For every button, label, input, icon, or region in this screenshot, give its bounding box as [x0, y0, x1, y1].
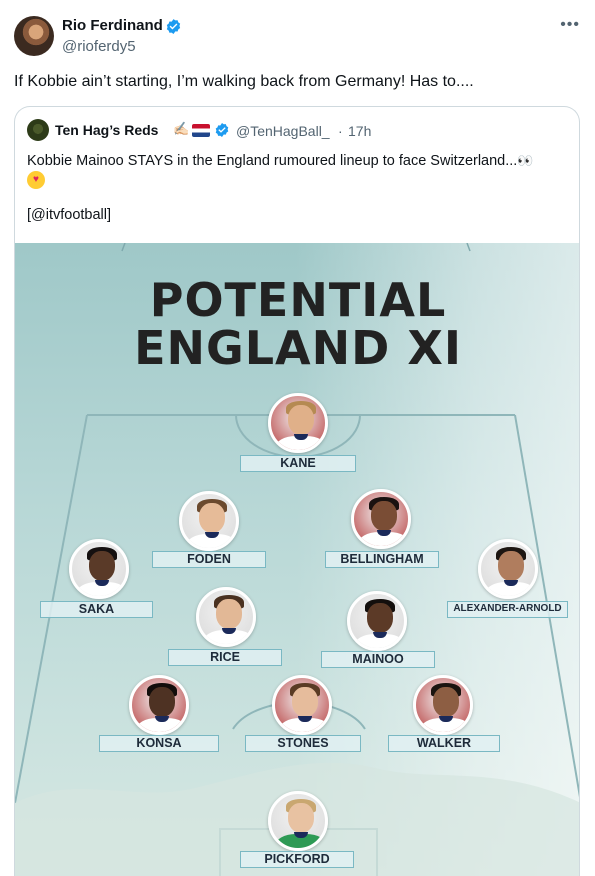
player-face — [292, 687, 318, 717]
player-photo — [268, 791, 328, 851]
player-face — [149, 687, 175, 717]
player-photo — [69, 539, 129, 599]
player-face — [433, 687, 459, 717]
player-photo — [268, 393, 328, 453]
player-face — [367, 603, 393, 633]
player-photo — [196, 587, 256, 647]
quoted-tweet-body: Kobbie Mainoo STAYS in the England rumou… — [27, 153, 518, 169]
verified-badge-icon — [215, 123, 229, 137]
quoted-author-handle: @TenHagBall_ — [236, 123, 330, 139]
quoted-author-name: Ten Hag’s Reds — [55, 122, 159, 138]
player-photo — [347, 591, 407, 651]
player-name-label: SAKA — [40, 601, 153, 618]
player-name-label: KANE — [240, 455, 356, 472]
player-name-label: KONSA — [99, 735, 219, 752]
player-photo — [179, 491, 239, 551]
eyes-emoji: 👀 — [517, 153, 534, 168]
player-name-label: WALKER — [388, 735, 500, 752]
player-name-label: BELLINGHAM — [325, 551, 439, 568]
player-face — [288, 803, 314, 833]
heart-eyes-emoji-icon: ♥ — [27, 171, 45, 189]
graphic-title-line1: POTENTIAL — [149, 273, 447, 327]
author-handle[interactable]: @rioferdy5 — [62, 38, 136, 55]
tweet-text: If Kobbie ain’t starting, I’m walking ba… — [14, 73, 474, 90]
player-photo — [129, 675, 189, 735]
player-photo — [272, 675, 332, 735]
quoted-timestamp[interactable]: 17h — [348, 123, 371, 139]
author-name[interactable]: Rio Ferdinand — [62, 17, 163, 34]
more-icon[interactable]: ••• — [560, 16, 580, 34]
player-photo — [351, 489, 411, 549]
tweet-header: Rio Ferdinand @rioferdy5 ••• — [14, 12, 584, 62]
player-name-label: FODEN — [152, 551, 266, 568]
quoted-author-avatar — [27, 119, 49, 141]
lineup-graphic[interactable]: POTENTIAL ENGLAND XI KANE FODEN BELLINGH… — [15, 243, 579, 876]
player-name-label: STONES — [245, 735, 361, 752]
player-name-label: PICKFORD — [240, 851, 354, 868]
player-face — [498, 551, 524, 581]
separator-dot: · — [338, 123, 343, 139]
player-face — [371, 501, 397, 531]
player-name-label: RICE — [168, 649, 282, 666]
verified-badge-icon — [166, 19, 181, 34]
player-face — [199, 503, 225, 533]
player-photo — [478, 539, 538, 599]
writing-hand-emoji: ✍🏻 — [173, 121, 190, 136]
quoted-tweet[interactable]: Ten Hag’s Reds ✍🏻 @TenHagBall_ · 17h Kob… — [14, 106, 580, 876]
quoted-tweet-text: Kobbie Mainoo STAYS in the England rumou… — [27, 151, 572, 171]
player-face — [216, 599, 242, 629]
player-face — [89, 551, 115, 581]
author-avatar[interactable] — [14, 16, 54, 56]
player-photo — [413, 675, 473, 735]
player-face — [288, 405, 314, 435]
player-name-label: MAINOO — [321, 651, 435, 668]
quoted-source: [@itvfootball] — [27, 207, 112, 223]
player-name-label: ALEXANDER-ARNOLD — [447, 601, 568, 618]
graphic-title-line2: ENGLAND XI — [134, 321, 462, 375]
netherlands-flag-icon — [192, 124, 210, 137]
